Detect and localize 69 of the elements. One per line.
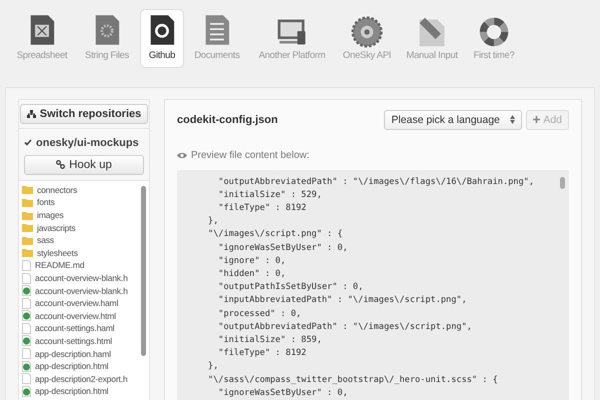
hierarchy-icon — [26, 110, 36, 118]
file-name[interactable]: app-description2-export.h — [35, 374, 128, 384]
file-name[interactable]: app-description.html — [35, 386, 108, 396]
globe-file-icon — [22, 335, 31, 346]
file-name[interactable]: connectors — [37, 184, 78, 195]
globe-file-icon — [22, 310, 31, 322]
scrollbar[interactable] — [560, 176, 565, 189]
file-name[interactable]: sass — [37, 235, 54, 246]
code-line: "inputAbbreviatedPath" : "\/images\/script.png", — [217, 294, 468, 308]
scrollbar[interactable] — [141, 186, 146, 356]
folder-icon — [22, 236, 33, 245]
language-select[interactable]: Please pick a language — [384, 110, 522, 130]
switch-repositories-button[interactable]: Switch repositories — [20, 104, 148, 124]
globe-file-icon — [22, 285, 31, 296]
globe-file-icon — [22, 386, 31, 397]
link-icon — [56, 160, 66, 170]
code-line: "ignoreWasSetByUser" : 0, — [217, 386, 349, 400]
file-icon — [22, 260, 31, 271]
globe-file-icon — [22, 360, 31, 372]
folder-icon — [22, 198, 33, 207]
file-name[interactable]: account-overview.haml — [35, 298, 118, 308]
document-list-icon — [204, 14, 230, 46]
file-name[interactable]: account-overview-blank.h — [35, 286, 128, 296]
file-name[interactable]: account-settings.html — [35, 336, 112, 346]
gear-icon — [351, 14, 383, 50]
file-name[interactable]: images — [37, 210, 64, 220]
file-icon — [22, 298, 31, 309]
code-line: "hidden" : 0, — [217, 268, 287, 281]
folder-icon — [22, 210, 33, 220]
file-name[interactable]: fonts — [37, 197, 55, 208]
code-line: "outputAbbreviatedPath" : "\/images\/flags\/16\/Bahrain.png", — [217, 176, 535, 189]
file-name[interactable]: app-description.html — [35, 361, 108, 372]
code-line: "outputPathIsSetByUser" : 0, — [217, 281, 364, 294]
code-line: "fileType" : 8192 — [217, 347, 308, 360]
folder-icon — [22, 185, 33, 194]
folder-icon — [22, 248, 33, 258]
file-icon — [22, 373, 31, 384]
code-line: "initialSize" : 859, — [217, 334, 323, 347]
file-name[interactable]: app-description.haml — [35, 348, 111, 359]
code-line: "processed" : 0, — [217, 308, 302, 321]
code-line: }, — [207, 215, 220, 228]
file-icon — [22, 272, 31, 284]
code-line: "fileType" : 8192 — [217, 202, 308, 215]
code-line: "ignore" : 0, — [217, 254, 287, 268]
plus-icon — [533, 116, 540, 124]
eye-icon — [177, 152, 187, 159]
file-title: codekit-config.json — [177, 114, 279, 126]
file-name[interactable]: stylesheets — [37, 248, 78, 258]
folder-icon — [22, 223, 33, 232]
repository-name: onesky/ui-mockups — [36, 136, 139, 149]
code-line: "initialSize" : 529, — [217, 188, 323, 202]
spreadsheet-icon — [29, 14, 55, 46]
code-line: "outputAbbreviatedPath" : "\/images\/script.png", — [217, 320, 473, 334]
file-icon — [22, 322, 31, 334]
file-icon — [22, 348, 31, 360]
file-name[interactable]: account-settings.haml — [35, 323, 114, 334]
code-line: "\/sass\/compass_twitter_bootstrap\/_hero-unit.scss" : { — [207, 374, 499, 387]
file-name[interactable]: javascripts — [37, 222, 76, 233]
toolbar-tab[interactable]: Github — [140, 9, 184, 68]
hook-up-button[interactable]: Hook up — [24, 154, 144, 175]
gear-document-icon — [94, 14, 120, 46]
preview-label: Preview file content below: — [191, 150, 310, 161]
select-arrows-icon — [510, 115, 516, 124]
code-line: "\/images\/script.png" : { — [207, 228, 344, 242]
code-line: }, — [207, 360, 220, 374]
file-name[interactable]: account-overview-blank.h — [35, 273, 128, 283]
file-name[interactable]: README.md — [35, 260, 84, 270]
code-line: "ignoreWasSetByUser" : 0, — [217, 242, 349, 255]
file-name[interactable]: account-overview.html — [35, 310, 116, 321]
